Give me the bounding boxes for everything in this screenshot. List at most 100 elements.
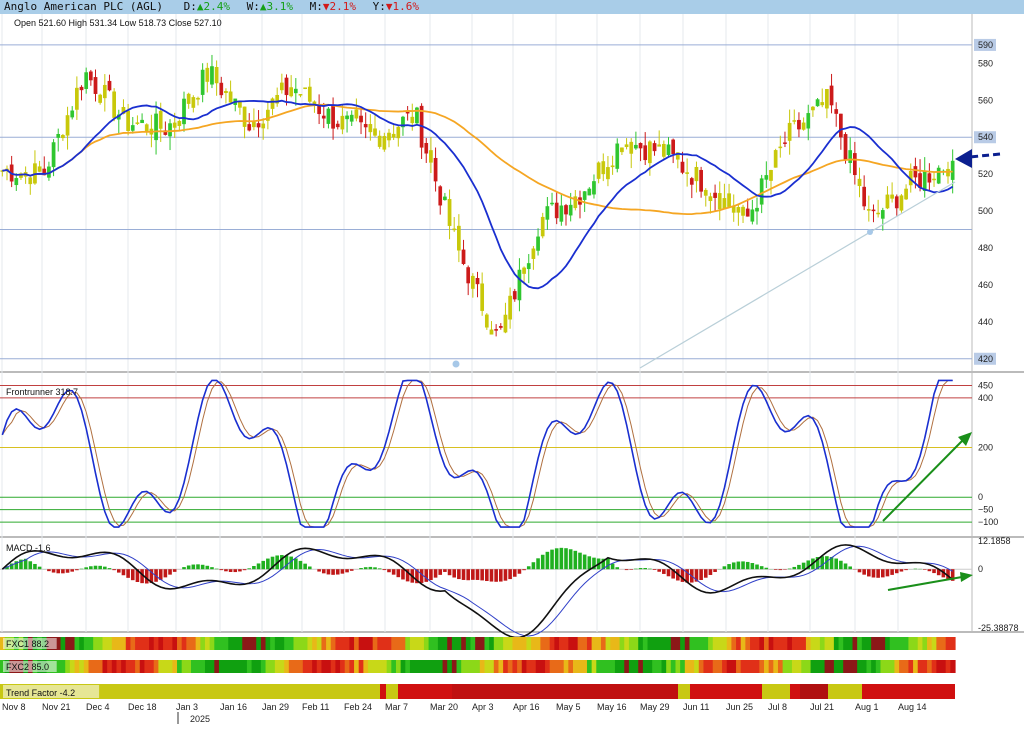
macd-histogram-bar [326, 569, 331, 575]
x-tick-label: Dec 18 [128, 702, 157, 712]
heat-cell [330, 660, 337, 673]
candle-body [14, 178, 19, 186]
heat-cell [666, 660, 672, 673]
heat-cell [139, 660, 146, 673]
heat-cell [815, 637, 821, 650]
candle-body [186, 93, 191, 104]
heat-cell [372, 660, 378, 673]
heat-bar-label: FXC1 88.2 [6, 639, 49, 649]
heat-cell [270, 637, 276, 650]
heat-bar-row: FXC2 85.0 [0, 660, 956, 673]
heat-cell [465, 637, 472, 650]
heat-cell [428, 637, 434, 650]
heat-cell [200, 660, 206, 673]
candle-body [363, 124, 368, 128]
heat-cell [358, 637, 364, 650]
heat-cell [773, 660, 779, 673]
candle-body [876, 212, 880, 215]
heat-cell [340, 637, 346, 650]
candle-body [387, 132, 391, 141]
candle-body [927, 173, 932, 183]
candle-body [736, 207, 741, 213]
heat-cell [214, 637, 220, 650]
heat-cell [568, 637, 574, 650]
candle-body [88, 71, 93, 81]
heat-cell [144, 637, 150, 650]
heat-cell [382, 660, 388, 673]
heat-cell [619, 660, 625, 673]
candle-body [880, 210, 885, 219]
macd-histogram-bar [703, 569, 708, 578]
candle-body [885, 194, 890, 209]
heat-cell [93, 637, 99, 650]
heat-cell [344, 660, 350, 673]
heat-cell [461, 660, 467, 673]
heat-cell [903, 660, 910, 673]
macd-histogram-bar [429, 569, 433, 581]
macd-histogram-bar [28, 561, 33, 570]
candle-body [820, 102, 825, 106]
heat-cell [475, 637, 481, 650]
macd-histogram-bar [652, 569, 657, 570]
candle-body [410, 116, 415, 124]
macd-histogram-bar [228, 569, 233, 572]
heat-cell [950, 660, 956, 673]
heat-cell [107, 660, 113, 673]
stock-chart[interactable]: 420 440 460 480 500 520 540 560 580 590 450 400 200… [0, 0, 1024, 735]
candle-body [582, 191, 587, 200]
macd-histogram-bar [503, 569, 508, 581]
heat-cell [628, 660, 635, 673]
macd-histogram-bar [564, 548, 568, 570]
heat-cell [307, 660, 313, 673]
candle-body [601, 161, 606, 175]
heat-cell [894, 660, 900, 673]
heat-cell [829, 660, 835, 673]
candle-body [703, 189, 708, 196]
x-tick-label: Aug 1 [855, 702, 879, 712]
macd-histogram-bar [582, 554, 587, 570]
candle-body [550, 202, 554, 205]
macd-histogram-bar [759, 566, 764, 570]
heat-cell [675, 660, 681, 673]
frontrunner-tick-label: 0 [978, 492, 983, 502]
candle-body [256, 123, 261, 128]
heat-cell [559, 637, 565, 650]
heat-cell [242, 637, 248, 650]
green-arrow-line [887, 576, 963, 591]
macd-histogram-bar [545, 551, 550, 570]
candle-body [834, 109, 839, 114]
x-tick-label: Jan 16 [220, 702, 247, 712]
heat-cell [451, 637, 458, 650]
candle-body [345, 115, 349, 120]
macd-histogram-bar [89, 566, 93, 570]
macd-histogram-bar [550, 549, 554, 570]
macd-histogram-bar [121, 569, 126, 576]
macd-histogram-bar [56, 569, 61, 574]
heat-cell [885, 660, 891, 673]
heat-cell [642, 660, 649, 673]
candle-body [764, 175, 769, 180]
candle-body [661, 143, 666, 157]
candle-body [191, 97, 196, 108]
price-panel: 420 440 460 480 500 520 540 560 580 590 [0, 38, 1001, 369]
heat-cell [288, 637, 295, 650]
heat-cell [740, 660, 746, 673]
heat-cell [899, 637, 905, 650]
candle-body [158, 110, 163, 129]
price-tick-label: 540 [978, 132, 993, 142]
heat-cell [591, 637, 597, 650]
macd-histogram-bar [321, 569, 326, 574]
heat-cell [875, 660, 882, 673]
heat-cell [512, 660, 518, 673]
candle-body [852, 153, 857, 176]
heat-cell [312, 637, 318, 650]
macd-histogram-bar [335, 569, 340, 575]
heat-cell [493, 660, 500, 673]
candle-body [666, 144, 671, 156]
heat-cell [852, 660, 858, 673]
macd-histogram-bar [666, 569, 671, 577]
heat-cell [97, 660, 104, 673]
heat-cell [801, 637, 807, 650]
heat-cell [493, 637, 500, 650]
x-tick-label: Nov 8 [2, 702, 26, 712]
